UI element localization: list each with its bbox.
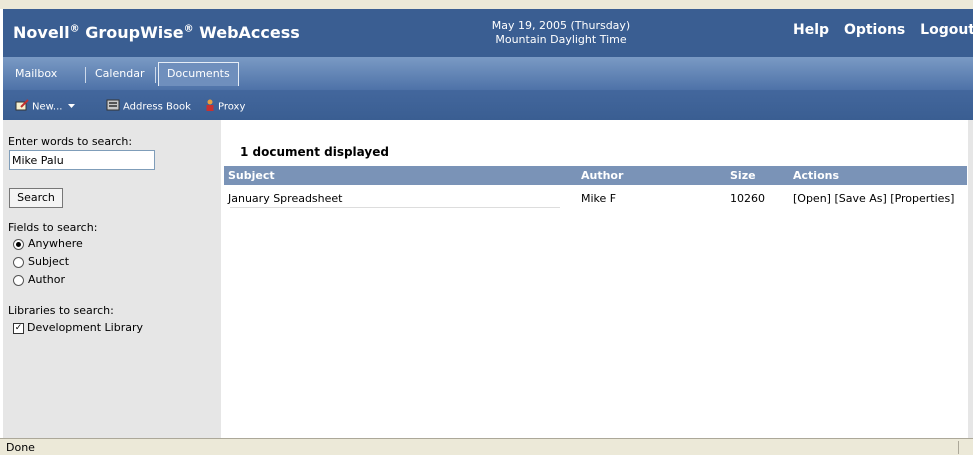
proxy-person-icon xyxy=(205,99,215,114)
current-date: May 19, 2005 (Thursday) xyxy=(491,19,631,32)
tab-mailbox[interactable]: Mailbox xyxy=(7,63,65,85)
address-book-icon xyxy=(106,99,120,114)
field-option-author[interactable]: Author xyxy=(13,273,65,286)
window-top-border xyxy=(0,0,973,9)
status-text: Done xyxy=(6,441,35,454)
right-edge xyxy=(968,120,973,438)
status-bar: Done xyxy=(0,438,973,455)
dropdown-arrow-icon xyxy=(67,101,75,112)
checkbox[interactable]: ✓ xyxy=(13,322,24,334)
field-option-label: Author xyxy=(28,273,66,286)
search-button[interactable]: Search xyxy=(9,188,63,208)
cell-size: 10260 xyxy=(730,192,765,205)
radio-button[interactable] xyxy=(13,256,24,268)
proxy-button[interactable]: Proxy xyxy=(205,99,245,114)
brand-novell: Novell xyxy=(13,23,70,42)
options-link[interactable]: Options xyxy=(844,22,905,38)
table-row[interactable]: January Spreadsheet Mike F 10260 [Open] … xyxy=(224,190,967,208)
libraries-label: Libraries to search: xyxy=(8,304,114,317)
results-table-header: Subject Author Size Actions xyxy=(224,166,967,185)
tab-separator xyxy=(85,67,86,83)
search-input[interactable] xyxy=(9,150,155,170)
app-title: Novell® GroupWise® WebAccess xyxy=(13,23,300,42)
library-option-development[interactable]: ✓ Development Library xyxy=(13,321,143,334)
new-button-label: New... xyxy=(32,101,63,113)
column-header-size[interactable]: Size xyxy=(730,169,756,182)
column-header-author[interactable]: Author xyxy=(581,169,623,182)
reg-mark: ® xyxy=(183,23,194,35)
app-header: Novell® GroupWise® WebAccess May 19, 200… xyxy=(3,9,973,57)
cell-actions[interactable]: [Open] [Save As] [Properties] xyxy=(793,192,954,205)
library-option-label: Development Library xyxy=(27,321,144,334)
address-book-label: Address Book xyxy=(123,101,191,113)
field-option-label: Anywhere xyxy=(28,237,83,250)
header-links: Help Options Logout xyxy=(783,22,973,38)
radio-button[interactable] xyxy=(13,238,24,250)
column-header-actions: Actions xyxy=(793,169,839,182)
field-option-anywhere[interactable]: Anywhere xyxy=(13,237,83,250)
tab-calendar[interactable]: Calendar xyxy=(87,63,152,85)
date-display: May 19, 2005 (Thursday) Mountain Dayligh… xyxy=(491,19,631,47)
logout-link[interactable]: Logout xyxy=(920,22,973,38)
brand-groupwise: GroupWise xyxy=(79,23,184,42)
cell-subject[interactable]: January Spreadsheet xyxy=(228,192,343,205)
fields-label: Fields to search: xyxy=(8,221,98,234)
field-option-subject[interactable]: Subject xyxy=(13,255,69,268)
radio-button[interactable] xyxy=(13,274,24,286)
new-button[interactable]: New... xyxy=(15,99,75,114)
toolbar: New... Address Book Proxy xyxy=(3,90,973,120)
row-divider xyxy=(230,207,560,208)
tab-separator xyxy=(155,67,156,83)
search-prompt: Enter words to search: xyxy=(8,135,133,148)
tab-bar: Mailbox Calendar Documents xyxy=(3,57,973,90)
proxy-label: Proxy xyxy=(218,101,246,113)
timezone: Mountain Daylight Time xyxy=(495,33,627,46)
brand-webaccess: WebAccess xyxy=(193,23,300,42)
address-book-button[interactable]: Address Book xyxy=(106,99,191,114)
result-count: 1 document displayed xyxy=(240,145,389,159)
help-link[interactable]: Help xyxy=(793,22,829,38)
new-document-icon xyxy=(15,99,29,114)
reg-mark: ® xyxy=(69,23,80,35)
search-panel: Enter words to search: Search Fields to … xyxy=(3,120,221,438)
field-option-label: Subject xyxy=(28,255,70,268)
status-separator xyxy=(958,441,959,454)
column-header-subject[interactable]: Subject xyxy=(228,169,275,182)
cell-author: Mike F xyxy=(581,192,617,205)
tab-documents[interactable]: Documents xyxy=(158,62,239,86)
